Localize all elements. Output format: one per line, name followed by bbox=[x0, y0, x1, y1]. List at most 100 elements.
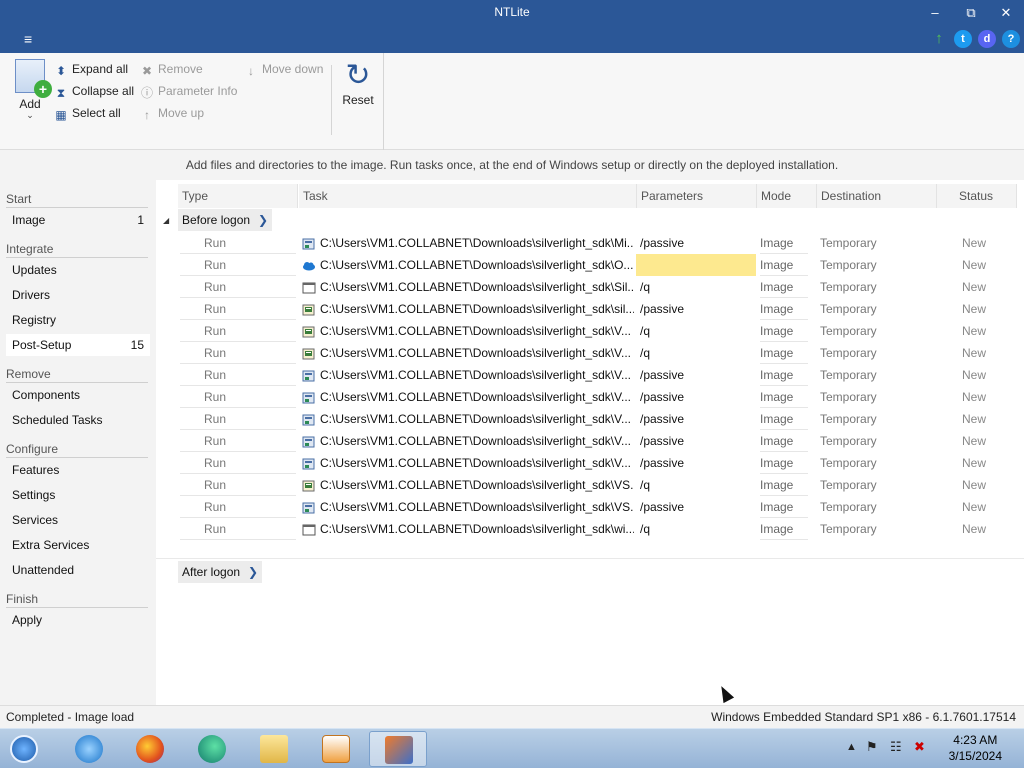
network-icon[interactable]: ☷ bbox=[890, 739, 902, 755]
cell-destination[interactable]: Temporary bbox=[820, 496, 930, 518]
cell-parameters[interactable]: /q bbox=[636, 320, 756, 342]
group-before-logon[interactable]: Before logon ❯ bbox=[178, 209, 273, 231]
sidebar-item-services[interactable]: Services bbox=[6, 509, 150, 531]
expand-all-button[interactable]: ⬍ Expand all bbox=[54, 62, 128, 78]
update-arrow-icon[interactable]: ↑ bbox=[930, 30, 948, 48]
cell-destination[interactable]: Temporary bbox=[820, 232, 930, 254]
taskbar-internet-explorer[interactable] bbox=[60, 731, 118, 767]
sidebar-item-settings[interactable]: Settings bbox=[6, 484, 150, 506]
discord-icon[interactable]: d bbox=[978, 30, 996, 48]
sidebar-item-post-setup[interactable]: Post-Setup 15 bbox=[6, 334, 150, 356]
column-parameters[interactable]: Parameters bbox=[637, 184, 757, 208]
cell-mode[interactable]: Image bbox=[760, 496, 808, 518]
sidebar-item-unattended[interactable]: Unattended bbox=[6, 559, 150, 581]
volume-muted-icon[interactable]: ✖ bbox=[914, 739, 925, 755]
cell-destination[interactable]: Temporary bbox=[820, 276, 930, 298]
cell-destination[interactable]: Temporary bbox=[820, 342, 930, 364]
table-row[interactable]: Run C:\Users\VM1.COLLABNET\Downloads\silv… bbox=[156, 320, 1024, 342]
sidebar-item-image[interactable]: Image 1 bbox=[6, 209, 150, 231]
cell-parameters[interactable]: /passive bbox=[636, 408, 756, 430]
cell-mode[interactable]: Image bbox=[760, 276, 808, 298]
table-row[interactable]: Run C:\Users\VM1.COLLABNET\Downloads\silv… bbox=[156, 254, 1024, 276]
system-clock[interactable]: 4:23 AM 3/15/2024 bbox=[949, 732, 1002, 764]
table-row[interactable]: Run C:\Users\VM1.COLLABNET\Downloads\silv… bbox=[156, 452, 1024, 474]
add-button[interactable]: + Add ⌄ bbox=[10, 59, 52, 129]
cell-mode[interactable]: Image bbox=[760, 342, 808, 364]
cell-mode[interactable]: Image bbox=[760, 474, 808, 496]
cell-mode[interactable]: Image bbox=[760, 386, 808, 408]
flag-icon[interactable]: ⚑ bbox=[866, 739, 878, 755]
taskbar-edge[interactable] bbox=[183, 731, 241, 767]
cell-mode[interactable]: Image bbox=[760, 232, 808, 254]
cell-destination[interactable]: Temporary bbox=[820, 452, 930, 474]
cell-destination[interactable]: Temporary bbox=[820, 254, 930, 276]
collapse-all-button[interactable]: ⧗ Collapse all bbox=[54, 84, 134, 100]
table-row[interactable]: Run C:\Users\VM1.COLLABNET\Downloads\silv… bbox=[156, 276, 1024, 298]
cell-destination[interactable]: Temporary bbox=[820, 298, 930, 320]
cell-mode[interactable]: Image bbox=[760, 320, 808, 342]
cell-parameters[interactable]: /q bbox=[636, 474, 756, 496]
table-row[interactable]: Run C:\Users\VM1.COLLABNET\Downloads\silv… bbox=[156, 342, 1024, 364]
cell-parameters[interactable]: /passive bbox=[636, 386, 756, 408]
cell-mode[interactable]: Image bbox=[760, 298, 808, 320]
table-row[interactable]: Run C:\Users\VM1.COLLABNET\Downloads\silv… bbox=[156, 518, 1024, 540]
taskbar-explorer[interactable] bbox=[245, 731, 303, 767]
sidebar-item-components[interactable]: Components bbox=[6, 384, 150, 406]
cell-mode[interactable]: Image bbox=[760, 452, 808, 474]
remove-button[interactable]: ✖ Remove bbox=[140, 62, 203, 78]
table-row[interactable]: Run C:\Users\VM1.COLLABNET\Downloads\silv… bbox=[156, 430, 1024, 452]
sidebar-item-features[interactable]: Features bbox=[6, 459, 150, 481]
cell-parameters[interactable]: /q bbox=[636, 518, 756, 540]
parameter-info-button[interactable]: ⓘ Parameter Info bbox=[140, 84, 237, 100]
reset-button[interactable]: ↻ Reset bbox=[340, 59, 376, 107]
sidebar-item-extra-services[interactable]: Extra Services bbox=[6, 534, 150, 556]
cell-parameters[interactable]: /passive bbox=[636, 496, 756, 518]
table-row[interactable]: Run C:\Users\VM1.COLLABNET\Downloads\silv… bbox=[156, 408, 1024, 430]
minimize-button[interactable]: – bbox=[920, 2, 950, 24]
tray-expand-icon[interactable]: ▲ bbox=[846, 741, 857, 753]
column-destination[interactable]: Destination bbox=[817, 184, 937, 208]
cell-parameters[interactable]: /passive bbox=[636, 430, 756, 452]
table-row[interactable]: Run C:\Users\VM1.COLLABNET\Downloads\silv… bbox=[156, 232, 1024, 254]
cell-mode[interactable]: Image bbox=[760, 518, 808, 540]
sidebar-item-apply[interactable]: Apply bbox=[6, 609, 150, 631]
cell-mode[interactable]: Image bbox=[760, 254, 808, 276]
cell-destination[interactable]: Temporary bbox=[820, 386, 930, 408]
table-row[interactable]: Run C:\Users\VM1.COLLABNET\Downloads\silv… bbox=[156, 474, 1024, 496]
sidebar-item-registry[interactable]: Registry bbox=[6, 309, 150, 331]
column-mode[interactable]: Mode bbox=[757, 184, 817, 208]
restore-button[interactable]: ⧉ bbox=[956, 2, 986, 24]
cell-destination[interactable]: Temporary bbox=[820, 474, 930, 496]
help-icon[interactable]: ? bbox=[1002, 30, 1020, 48]
move-down-button[interactable]: ↓ Move down bbox=[244, 62, 323, 78]
twitter-icon[interactable]: t bbox=[954, 30, 972, 48]
start-button[interactable] bbox=[0, 731, 58, 767]
collapse-triangle-icon[interactable]: ◢ bbox=[163, 216, 169, 225]
sidebar-item-scheduled-tasks[interactable]: Scheduled Tasks bbox=[6, 409, 150, 431]
cell-parameters[interactable]: /q bbox=[636, 276, 756, 298]
taskbar-media-player[interactable] bbox=[307, 731, 365, 767]
table-row[interactable]: Run C:\Users\VM1.COLLABNET\Downloads\silv… bbox=[156, 496, 1024, 518]
cell-destination[interactable]: Temporary bbox=[820, 430, 930, 452]
cell-mode[interactable]: Image bbox=[760, 408, 808, 430]
sidebar-item-drivers[interactable]: Drivers bbox=[6, 284, 150, 306]
cell-destination[interactable]: Temporary bbox=[820, 320, 930, 342]
cell-parameters[interactable]: /passive bbox=[636, 232, 756, 254]
move-up-button[interactable]: ↑ Move up bbox=[140, 106, 204, 122]
cell-destination[interactable]: Temporary bbox=[820, 364, 930, 386]
table-row[interactable]: Run C:\Users\VM1.COLLABNET\Downloads\silv… bbox=[156, 298, 1024, 320]
menu-icon[interactable]: ≡ bbox=[24, 31, 32, 47]
table-row[interactable]: Run C:\Users\VM1.COLLABNET\Downloads\silv… bbox=[156, 386, 1024, 408]
cell-parameters[interactable]: /passive bbox=[636, 452, 756, 474]
taskbar-firefox[interactable] bbox=[121, 731, 179, 767]
column-status[interactable]: Status bbox=[937, 184, 1017, 208]
cell-destination[interactable]: Temporary bbox=[820, 518, 930, 540]
close-button[interactable]: ✕ bbox=[991, 2, 1021, 24]
cell-mode[interactable]: Image bbox=[760, 364, 808, 386]
cell-parameters[interactable]: /q bbox=[636, 342, 756, 364]
cell-destination[interactable]: Temporary bbox=[820, 408, 930, 430]
cell-parameters[interactable] bbox=[636, 254, 756, 276]
column-task[interactable]: Task bbox=[299, 184, 637, 208]
cell-mode[interactable]: Image bbox=[760, 430, 808, 452]
table-row[interactable]: Run C:\Users\VM1.COLLABNET\Downloads\silv… bbox=[156, 364, 1024, 386]
